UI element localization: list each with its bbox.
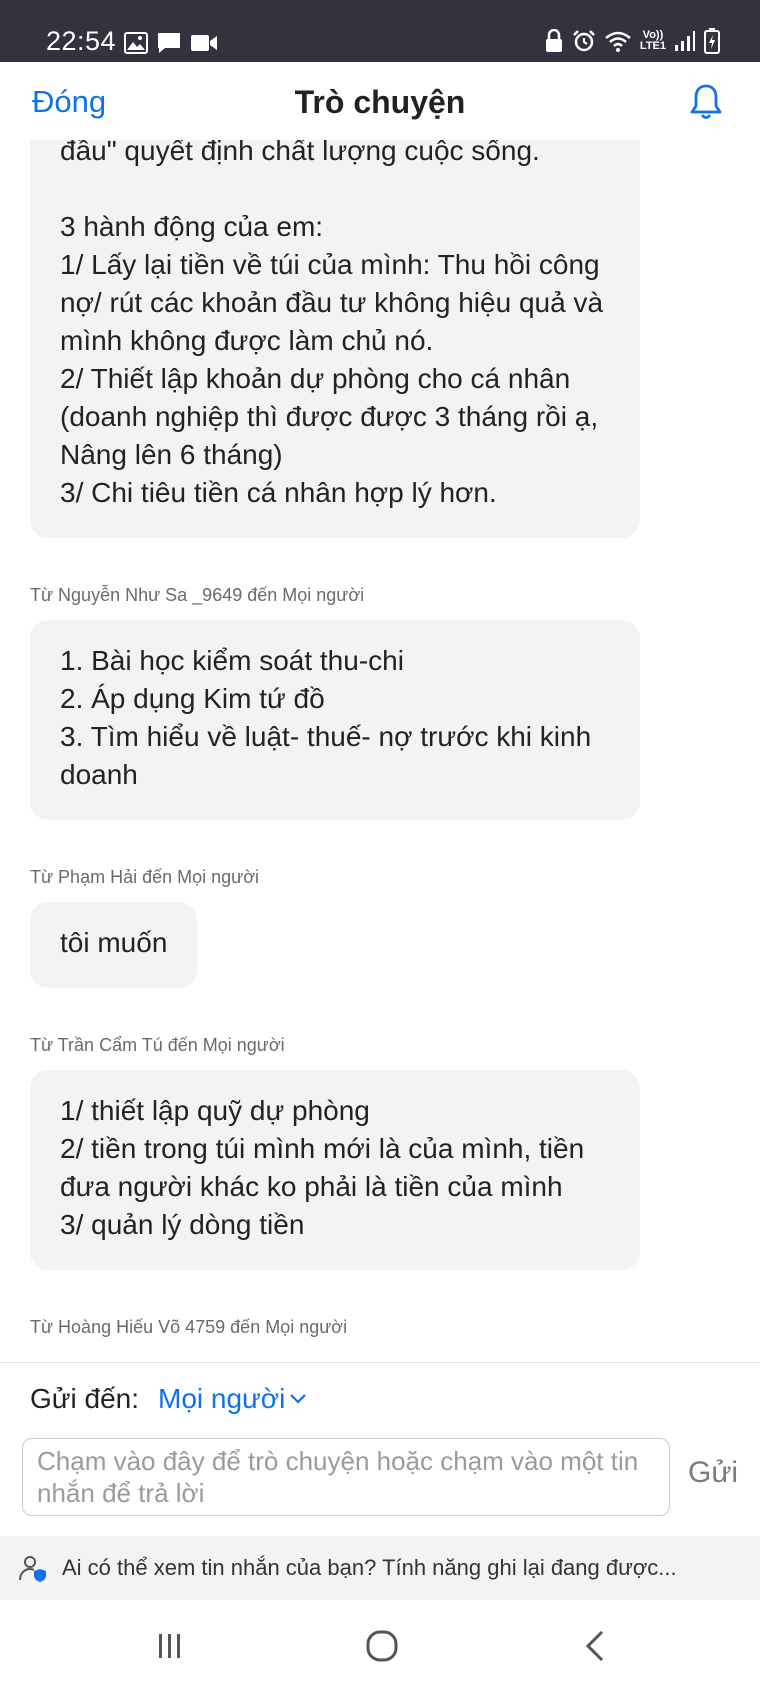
status-right-icons: Vo)) LTE1	[544, 26, 720, 56]
recent-apps-icon[interactable]	[150, 1626, 190, 1666]
chat-input[interactable]	[22, 1438, 670, 1516]
send-button[interactable]: Gửi	[688, 1456, 738, 1490]
send-to-label: Gửi đến:	[30, 1383, 140, 1414]
list-item: Từ Trần Cẩm Tú đến Mọi người 1/ thiết lậ…	[0, 1034, 760, 1270]
bell-icon[interactable]	[686, 82, 726, 122]
message-bubble[interactable]: đầu" quyết định chất lượng cuộc sống. 3 …	[30, 140, 640, 538]
recipient-dropdown[interactable]: Mọi người	[158, 1383, 307, 1415]
privacy-notice[interactable]: Ai có thể xem tin nhắn của bạn? Tính năn…	[0, 1536, 760, 1600]
user-shield-icon	[19, 1556, 46, 1582]
status-time: 22:54	[46, 26, 117, 56]
chevron-down-icon	[290, 1394, 307, 1404]
chat-message-list[interactable]: đầu" quyết định chất lượng cuộc sống. 3 …	[0, 140, 760, 1362]
lock-icon	[545, 29, 562, 52]
message-sender: Từ Trần Cẩm Tú đến Mọi người	[30, 1035, 285, 1055]
back-icon[interactable]	[576, 1626, 616, 1666]
image-icon	[124, 32, 148, 54]
system-nav-bar	[0, 1600, 760, 1689]
network-type: Vo)) LTE1	[640, 30, 666, 52]
message-bubble[interactable]: 1/ thiết lập quỹ dự phòng 2/ tiền trong …	[30, 1070, 640, 1270]
network-label-bottom: LTE1	[639, 40, 666, 52]
chat-message-list-inner: đầu" quyết định chất lượng cuộc sống. 3 …	[0, 140, 760, 1352]
notice-text: Ai có thể xem tin nhắn của bạn? Tính năn…	[62, 1555, 677, 1580]
list-item: Từ Hoàng Hiếu Võ 4759 đến Mọi người	[0, 1316, 760, 1338]
status-bar: 22:54 Vo)) LTE1	[0, 0, 760, 62]
page-title: Trò chuyện	[294, 84, 466, 120]
message-bubble[interactable]: 1. Bài học kiểm soát thu-chi 2. Áp dụng …	[30, 620, 640, 820]
battery-icon	[704, 28, 720, 54]
alarm-icon	[573, 30, 595, 52]
list-item: Từ Nguyễn Như Sa _9649 đến Mọi người 1. …	[0, 584, 760, 820]
list-item: Từ Phạm Hải đến Mọi người tôi muốn	[0, 866, 760, 988]
message-icon	[158, 33, 180, 53]
message-sender: Từ Nguyễn Như Sa _9649 đến Mọi người	[30, 585, 365, 605]
message-bubble[interactable]: tôi muốn	[30, 902, 198, 988]
status-left-icons	[124, 30, 218, 56]
signal-icon	[675, 31, 695, 51]
composer-row: Gửi	[0, 1432, 760, 1536]
message-sender: Từ Hoàng Hiếu Võ 4759 đến Mọi người	[30, 1317, 348, 1337]
recipient-value: Mọi người	[158, 1383, 286, 1414]
video-icon	[191, 35, 217, 51]
list-item: đầu" quyết định chất lượng cuộc sống. 3 …	[0, 140, 760, 538]
home-icon[interactable]	[362, 1626, 402, 1666]
send-to-bar: Gửi đến: Mọi người	[0, 1362, 760, 1432]
wifi-icon	[605, 31, 631, 52]
message-sender: Từ Phạm Hải đến Mọi người	[30, 867, 259, 887]
chat-header: Đóng Trò chuyện	[0, 62, 760, 140]
